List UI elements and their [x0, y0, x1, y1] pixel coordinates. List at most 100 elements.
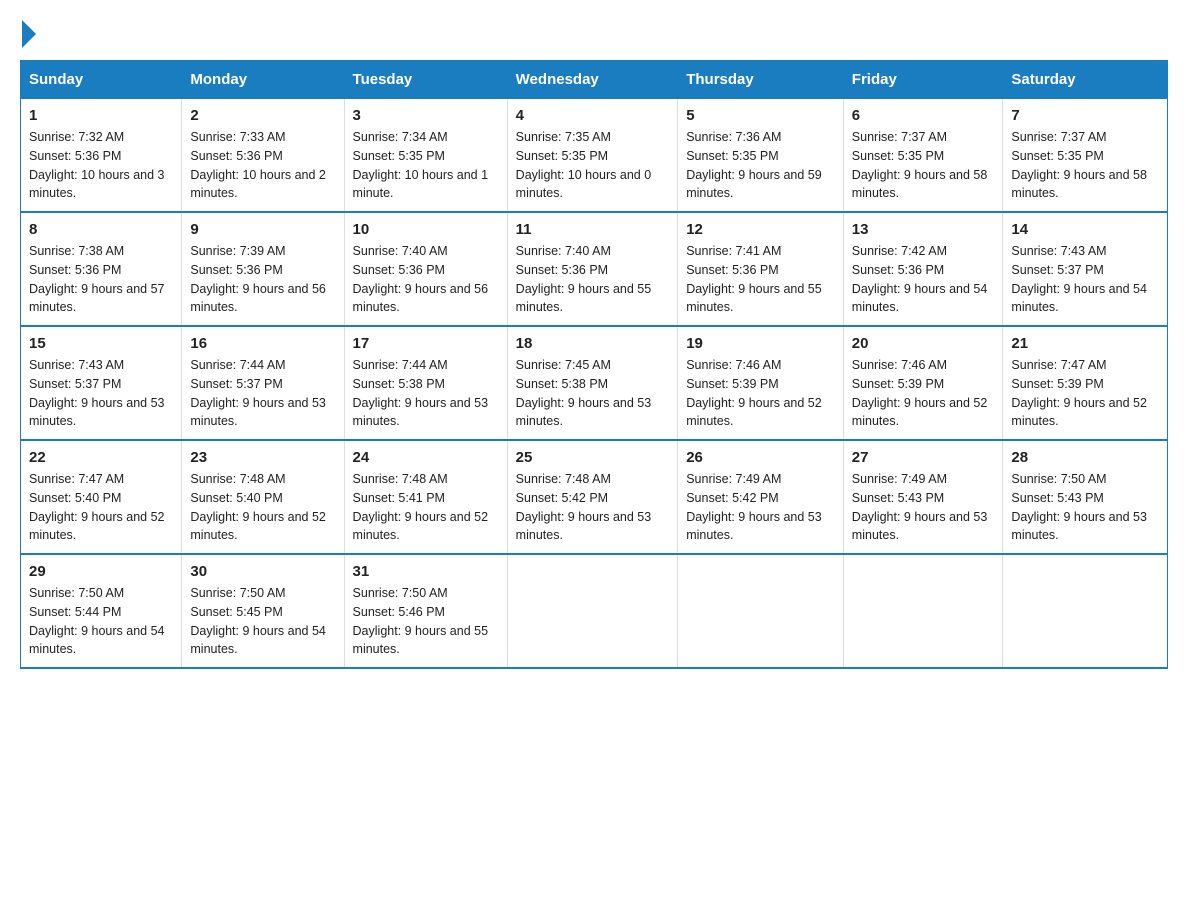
calendar-day-cell: 8 Sunrise: 7:38 AMSunset: 5:36 PMDayligh…: [21, 212, 182, 326]
day-info: Sunrise: 7:36 AMSunset: 5:35 PMDaylight:…: [686, 130, 822, 200]
weekday-header: Sunday: [21, 61, 182, 99]
day-number: 31: [353, 563, 499, 580]
day-number: 26: [686, 449, 835, 466]
day-number: 21: [1011, 335, 1159, 352]
calendar-day-cell: 14 Sunrise: 7:43 AMSunset: 5:37 PMDaylig…: [1003, 212, 1168, 326]
calendar-week-row: 15 Sunrise: 7:43 AMSunset: 5:37 PMDaylig…: [21, 326, 1168, 440]
calendar-day-cell: 2 Sunrise: 7:33 AMSunset: 5:36 PMDayligh…: [182, 99, 344, 213]
calendar-day-cell: 17 Sunrise: 7:44 AMSunset: 5:38 PMDaylig…: [344, 326, 507, 440]
day-number: 12: [686, 221, 835, 238]
day-number: 16: [190, 335, 335, 352]
calendar-week-row: 1 Sunrise: 7:32 AMSunset: 5:36 PMDayligh…: [21, 99, 1168, 213]
calendar-day-cell: 22 Sunrise: 7:47 AMSunset: 5:40 PMDaylig…: [21, 440, 182, 554]
calendar-day-cell: 3 Sunrise: 7:34 AMSunset: 5:35 PMDayligh…: [344, 99, 507, 213]
calendar-day-cell: 7 Sunrise: 7:37 AMSunset: 5:35 PMDayligh…: [1003, 99, 1168, 213]
day-number: 1: [29, 107, 173, 124]
calendar-day-cell: 6 Sunrise: 7:37 AMSunset: 5:35 PMDayligh…: [843, 99, 1003, 213]
calendar-day-cell: [678, 554, 844, 668]
calendar-day-cell: 28 Sunrise: 7:50 AMSunset: 5:43 PMDaylig…: [1003, 440, 1168, 554]
day-number: 30: [190, 563, 335, 580]
calendar-day-cell: [843, 554, 1003, 668]
day-number: 3: [353, 107, 499, 124]
day-number: 15: [29, 335, 173, 352]
day-number: 13: [852, 221, 995, 238]
calendar-day-cell: 24 Sunrise: 7:48 AMSunset: 5:41 PMDaylig…: [344, 440, 507, 554]
day-number: 9: [190, 221, 335, 238]
weekday-header: Friday: [843, 61, 1003, 99]
day-info: Sunrise: 7:47 AMSunset: 5:40 PMDaylight:…: [29, 472, 165, 542]
weekday-header: Wednesday: [507, 61, 678, 99]
day-number: 14: [1011, 221, 1159, 238]
day-number: 25: [516, 449, 670, 466]
day-info: Sunrise: 7:48 AMSunset: 5:41 PMDaylight:…: [353, 472, 489, 542]
weekday-header: Tuesday: [344, 61, 507, 99]
calendar-day-cell: 13 Sunrise: 7:42 AMSunset: 5:36 PMDaylig…: [843, 212, 1003, 326]
day-info: Sunrise: 7:43 AMSunset: 5:37 PMDaylight:…: [29, 358, 165, 428]
day-number: 27: [852, 449, 995, 466]
calendar-day-cell: [507, 554, 678, 668]
calendar-day-cell: 12 Sunrise: 7:41 AMSunset: 5:36 PMDaylig…: [678, 212, 844, 326]
day-info: Sunrise: 7:47 AMSunset: 5:39 PMDaylight:…: [1011, 358, 1147, 428]
day-info: Sunrise: 7:46 AMSunset: 5:39 PMDaylight:…: [686, 358, 822, 428]
calendar-week-row: 22 Sunrise: 7:47 AMSunset: 5:40 PMDaylig…: [21, 440, 1168, 554]
day-info: Sunrise: 7:37 AMSunset: 5:35 PMDaylight:…: [1011, 130, 1147, 200]
calendar-day-cell: 4 Sunrise: 7:35 AMSunset: 5:35 PMDayligh…: [507, 99, 678, 213]
logo-arrow-icon: [22, 20, 36, 48]
day-info: Sunrise: 7:40 AMSunset: 5:36 PMDaylight:…: [353, 244, 489, 314]
day-number: 17: [353, 335, 499, 352]
calendar-day-cell: 16 Sunrise: 7:44 AMSunset: 5:37 PMDaylig…: [182, 326, 344, 440]
calendar-day-cell: 5 Sunrise: 7:36 AMSunset: 5:35 PMDayligh…: [678, 99, 844, 213]
calendar-day-cell: 19 Sunrise: 7:46 AMSunset: 5:39 PMDaylig…: [678, 326, 844, 440]
calendar-day-cell: 11 Sunrise: 7:40 AMSunset: 5:36 PMDaylig…: [507, 212, 678, 326]
day-number: 2: [190, 107, 335, 124]
calendar-day-cell: 21 Sunrise: 7:47 AMSunset: 5:39 PMDaylig…: [1003, 326, 1168, 440]
calendar-day-cell: 29 Sunrise: 7:50 AMSunset: 5:44 PMDaylig…: [21, 554, 182, 668]
day-info: Sunrise: 7:50 AMSunset: 5:45 PMDaylight:…: [190, 586, 326, 656]
calendar-day-cell: 15 Sunrise: 7:43 AMSunset: 5:37 PMDaylig…: [21, 326, 182, 440]
day-info: Sunrise: 7:50 AMSunset: 5:44 PMDaylight:…: [29, 586, 165, 656]
day-info: Sunrise: 7:33 AMSunset: 5:36 PMDaylight:…: [190, 130, 326, 200]
logo: [20, 20, 36, 44]
day-info: Sunrise: 7:49 AMSunset: 5:42 PMDaylight:…: [686, 472, 822, 542]
day-info: Sunrise: 7:43 AMSunset: 5:37 PMDaylight:…: [1011, 244, 1147, 314]
day-info: Sunrise: 7:38 AMSunset: 5:36 PMDaylight:…: [29, 244, 165, 314]
day-number: 18: [516, 335, 670, 352]
calendar-table: SundayMondayTuesdayWednesdayThursdayFrid…: [20, 60, 1168, 669]
day-number: 10: [353, 221, 499, 238]
day-number: 6: [852, 107, 995, 124]
day-info: Sunrise: 7:45 AMSunset: 5:38 PMDaylight:…: [516, 358, 652, 428]
day-info: Sunrise: 7:50 AMSunset: 5:43 PMDaylight:…: [1011, 472, 1147, 542]
calendar-day-cell: [1003, 554, 1168, 668]
day-number: 23: [190, 449, 335, 466]
day-info: Sunrise: 7:32 AMSunset: 5:36 PMDaylight:…: [29, 130, 165, 200]
day-info: Sunrise: 7:48 AMSunset: 5:42 PMDaylight:…: [516, 472, 652, 542]
calendar-day-cell: 10 Sunrise: 7:40 AMSunset: 5:36 PMDaylig…: [344, 212, 507, 326]
day-info: Sunrise: 7:50 AMSunset: 5:46 PMDaylight:…: [353, 586, 489, 656]
weekday-header-row: SundayMondayTuesdayWednesdayThursdayFrid…: [21, 61, 1168, 99]
day-info: Sunrise: 7:49 AMSunset: 5:43 PMDaylight:…: [852, 472, 988, 542]
day-info: Sunrise: 7:41 AMSunset: 5:36 PMDaylight:…: [686, 244, 822, 314]
calendar-day-cell: 31 Sunrise: 7:50 AMSunset: 5:46 PMDaylig…: [344, 554, 507, 668]
calendar-day-cell: 1 Sunrise: 7:32 AMSunset: 5:36 PMDayligh…: [21, 99, 182, 213]
day-number: 20: [852, 335, 995, 352]
day-number: 11: [516, 221, 670, 238]
day-number: 4: [516, 107, 670, 124]
day-info: Sunrise: 7:35 AMSunset: 5:35 PMDaylight:…: [516, 130, 652, 200]
calendar-day-cell: 26 Sunrise: 7:49 AMSunset: 5:42 PMDaylig…: [678, 440, 844, 554]
day-info: Sunrise: 7:39 AMSunset: 5:36 PMDaylight:…: [190, 244, 326, 314]
day-info: Sunrise: 7:44 AMSunset: 5:37 PMDaylight:…: [190, 358, 326, 428]
day-number: 29: [29, 563, 173, 580]
calendar-day-cell: 20 Sunrise: 7:46 AMSunset: 5:39 PMDaylig…: [843, 326, 1003, 440]
calendar-week-row: 29 Sunrise: 7:50 AMSunset: 5:44 PMDaylig…: [21, 554, 1168, 668]
day-number: 28: [1011, 449, 1159, 466]
weekday-header: Monday: [182, 61, 344, 99]
day-info: Sunrise: 7:44 AMSunset: 5:38 PMDaylight:…: [353, 358, 489, 428]
calendar-day-cell: 30 Sunrise: 7:50 AMSunset: 5:45 PMDaylig…: [182, 554, 344, 668]
page-header: [20, 20, 1168, 44]
day-number: 19: [686, 335, 835, 352]
weekday-header: Thursday: [678, 61, 844, 99]
day-info: Sunrise: 7:34 AMSunset: 5:35 PMDaylight:…: [353, 130, 489, 200]
day-info: Sunrise: 7:37 AMSunset: 5:35 PMDaylight:…: [852, 130, 988, 200]
day-number: 7: [1011, 107, 1159, 124]
calendar-day-cell: 27 Sunrise: 7:49 AMSunset: 5:43 PMDaylig…: [843, 440, 1003, 554]
